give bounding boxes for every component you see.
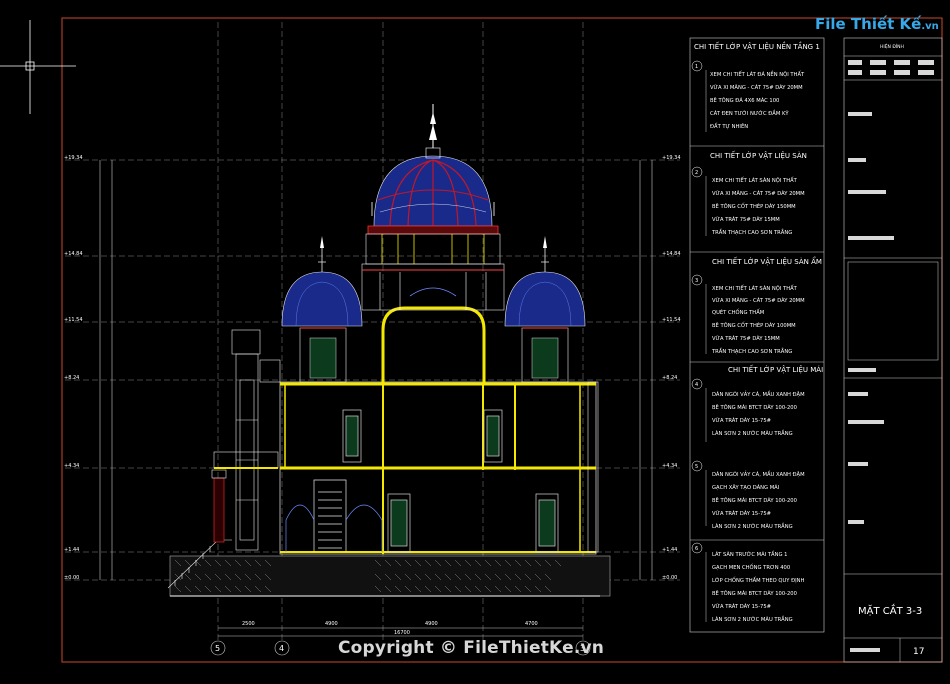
level-mark: +4.34 (662, 463, 677, 469)
legend-item: BÊ TÔNG MÁI BTCT DÀY 100-200 (712, 589, 797, 597)
level-mark: ±0.00 (662, 575, 677, 581)
level-marks-left: +19.34 +14.84 +11.54 +8.24 +4.34 +1.44 ±… (64, 155, 83, 581)
dim-text: 2500 (242, 621, 255, 627)
dim-text: 4700 (525, 621, 538, 627)
legend-number: 6 (695, 546, 698, 552)
dim-total: 16700 (394, 630, 410, 636)
material-legend: CHI TIẾT LỚP VẬT LIỆU NỀN TẦNG 1 1 XEM C… (689, 37, 825, 633)
legend-item: XEM CHI TIẾT LÁT ĐÁ NỀN NỘI THẤT (710, 70, 805, 78)
level-mark: +8.24 (662, 375, 677, 381)
legend-item: BÊ TÔNG CỐT THÉP DÀY 100MM (712, 321, 796, 329)
level-mark: +19.34 (64, 155, 83, 161)
sheet-number: 17 (913, 647, 924, 657)
legend-item: VỮA TRÁT 75# DÀY 15MM (712, 216, 780, 223)
legend-number: 4 (695, 382, 698, 388)
axis-label: 4 (279, 644, 284, 653)
logo-main: File Thiết Kế (815, 15, 922, 33)
legend-item: BÊ TÔNG CỐT THÉP DÀY 150MM (712, 202, 796, 210)
level-mark: +1.44 (64, 547, 79, 553)
legend-number: 2 (695, 170, 698, 176)
legend-item: DÁN NGÓI VẢY CÁ, MẦU XANH ĐẬM (712, 390, 805, 398)
dim-text: 4900 (325, 621, 338, 627)
legend-item: DÁN NGÓI VẢY CÁ, MẦU XANH ĐẬM (712, 470, 805, 478)
legend-item: VỮA TRÁT DÀY 15-75# (712, 603, 771, 610)
title-block-header: HIỆN ĐÌNH (880, 42, 904, 50)
crosshair-icon (0, 20, 76, 114)
ground-hatch (169, 555, 611, 597)
legend-item: XEM CHI TIẾT LÁT SÀN NỘI THẤT (712, 176, 798, 184)
legend-item: XEM CHI TIẾT LÁT SÀN NỘI THẤT (712, 284, 798, 292)
legend-item: VỮA TRÁT 75# DÀY 15MM (712, 335, 780, 342)
bottom-dimensions: 2500 4900 4900 4700 16700 (242, 621, 538, 636)
level-mark: +19.34 (662, 155, 681, 161)
legend-item: GẠCH XÂY TẠO DÁNG MÁI (712, 484, 780, 491)
copyright-watermark: Copyright © FileThietKe.vn (338, 638, 605, 658)
central-dome (361, 104, 505, 311)
legend-item: VỮA XI MĂNG - CÁT 75# DÀY 20MM (712, 297, 805, 304)
legend-item: TRẦN THẠCH CAO SƠN TRẮNG (711, 228, 792, 236)
legend-item: ĐẤT TỰ NHIÊN (710, 122, 748, 130)
level-marks-right: +19.34 +14.84 +11.54 +8.24 +4.34 +1.44 ±… (662, 155, 681, 581)
legend-item: GẠCH MEN CHỐNG TRƠN 400 (712, 563, 790, 571)
brand-logo: File Thiết Kế.vn (815, 15, 939, 33)
legend-title: CHI TIẾT LỚP VẬT LIỆU MÁI (728, 364, 823, 374)
legend-item: VỮA XI MĂNG - CÁT 75# DÀY 20MM (710, 84, 803, 91)
legend-item: BÊ TÔNG ĐÁ 4X6 MÁC 100 (710, 96, 779, 104)
legend-item: VỮA TRÁT DÀY 15-75# (712, 510, 771, 517)
legend-item: QUÉT CHỐNG THẤM (712, 308, 764, 316)
legend-item: LÀN SƠN 2 NƯỚC MÀU TRẮNG (712, 522, 793, 530)
level-mark: +1.44 (662, 547, 677, 553)
level-mark: +11.54 (662, 317, 681, 323)
dim-text: 4900 (425, 621, 438, 627)
logo-sub: .vn (921, 21, 939, 32)
title-block: HIỆN ĐÌNH MẶT CẮT 3-3 17 (843, 37, 943, 663)
legend-number: 3 (695, 278, 698, 284)
left-side-dome (281, 236, 363, 383)
level-mark: +14.84 (64, 251, 83, 257)
legend-title: CHI TIẾT LỚP VẬT LIỆU NỀN TẦNG 1 (694, 41, 820, 51)
legend-item: BÊ TÔNG MÁI BTCT DÀY 100-200 (712, 496, 797, 504)
legend-number: 1 (695, 64, 698, 70)
legend-item: LỚP CHỐNG THẤM THEO QUY ĐỊNH (712, 576, 805, 584)
level-mark: +11.54 (64, 317, 83, 323)
level-mark: +8.24 (64, 375, 79, 381)
legend-item: LÀN SƠN 2 NƯỚC MÀU TRẮNG (712, 615, 793, 623)
cad-drawing-sheet: +19.34 +14.84 +11.54 +8.24 +4.34 +1.44 ±… (0, 17, 943, 663)
legend-item: VỮA XI MĂNG - CÁT 75# DÀY 20MM (712, 190, 805, 197)
axis-label: 5 (215, 644, 220, 653)
legend-title: CHI TIẾT LỚP VẬT LIỆU SÀN ẨM (712, 256, 822, 266)
legend-number: 5 (695, 464, 698, 470)
level-mark: +4.34 (64, 463, 79, 469)
level-mark: ±0.00 (64, 575, 79, 581)
level-mark: +14.84 (662, 251, 681, 257)
sheet-title: MẶT CẮT 3-3 (858, 603, 922, 617)
legend-item: CÁT ĐEN TƯỚI NƯỚC ĐẦM KỸ (710, 109, 789, 117)
legend-item: VỮA TRÁT DÀY 15-75# (712, 417, 771, 424)
legend-item: LÀN SƠN 2 NƯỚC MÀU TRẮNG (712, 429, 793, 437)
legend-item: BÊ TÔNG MÁI BTCT DÀY 100-200 (712, 403, 797, 411)
legend-item: TRẦN THẠCH CAO SƠN TRẮNG (711, 347, 792, 355)
legend-item: LÁT SÀN TRƯỚC MÁI TẦNG 1 (712, 550, 787, 558)
legend-title: CHI TIẾT LỚP VẬT LIỆU SÀN (710, 150, 807, 160)
